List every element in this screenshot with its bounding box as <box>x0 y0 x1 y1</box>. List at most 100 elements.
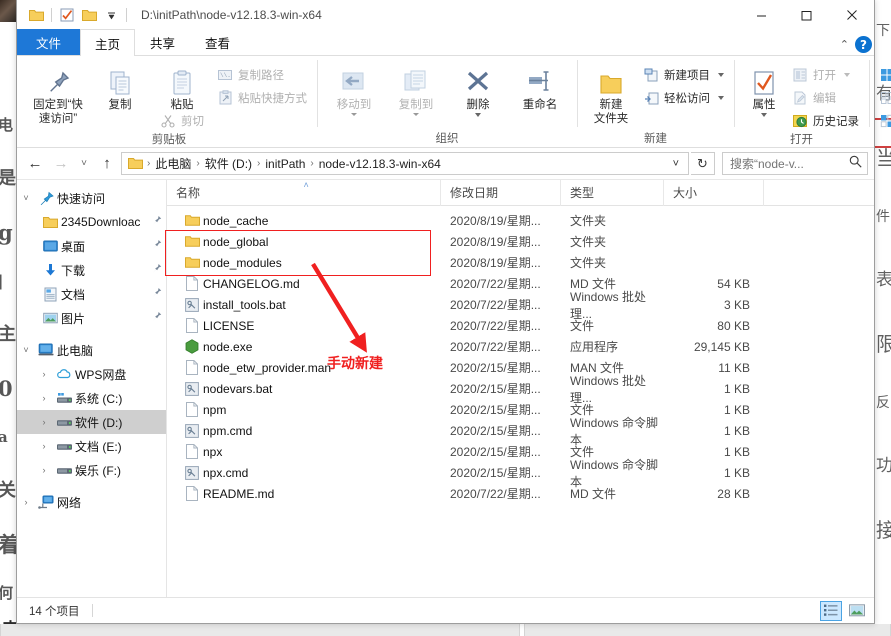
select-none-button[interactable]: 全部取消 <box>875 87 891 108</box>
large-icons-view-icon[interactable] <box>846 601 868 621</box>
properties-chevron-down-icon[interactable] <box>761 113 767 117</box>
table-row[interactable]: node_etw_provider.man 2020/2/15/星期... MAN … <box>167 357 874 378</box>
breadcrumb-item-drive-d[interactable]: 软件 (D:) <box>201 155 256 172</box>
column-header-type[interactable]: 类型 <box>561 179 664 206</box>
pin-icon[interactable] <box>149 215 162 229</box>
pin-icon[interactable] <box>149 263 162 277</box>
collapse-ribbon-icon[interactable]: ⌃ <box>840 38 849 51</box>
details-view-icon[interactable] <box>820 600 842 621</box>
table-row[interactable]: npx 2020/2/15/星期... 文件 1 KB <box>167 441 874 462</box>
search-input[interactable] <box>728 155 849 172</box>
column-header-modified[interactable]: 修改日期 <box>441 179 561 206</box>
table-row[interactable]: npm 2020/2/15/星期... 文件 1 KB <box>167 399 874 420</box>
up-button[interactable]: ↑ <box>95 152 119 176</box>
qat-properties-icon[interactable] <box>25 4 47 26</box>
file-name-cell[interactable]: node_cache <box>167 214 441 228</box>
select-all-button[interactable]: 全部选择 <box>875 64 891 85</box>
recent-locations-button[interactable]: ˅ <box>75 152 93 176</box>
nav-quick-access[interactable]: ˅ 快速访问 <box>17 186 166 210</box>
new-folder-button[interactable]: 新建 文件夹 <box>583 60 639 126</box>
help-icon[interactable]: ? <box>855 36 872 53</box>
chevron-right-icon[interactable]: › <box>35 441 53 451</box>
close-button[interactable] <box>829 0 874 30</box>
file-name-cell[interactable]: node.exe <box>167 339 441 354</box>
tab-home[interactable]: 主页 <box>80 29 136 56</box>
file-name-cell[interactable]: nodevars.bat <box>167 382 441 396</box>
rename-button[interactable]: 重命名 <box>509 60 571 112</box>
delete-chevron-down-icon[interactable] <box>475 113 481 117</box>
delete-button[interactable]: 删除 <box>447 60 509 117</box>
properties-button[interactable]: 属性 <box>740 60 788 117</box>
search-box[interactable] <box>722 152 868 175</box>
nav-item-documents[interactable]: 文档 <box>17 282 166 306</box>
nav-item-downloads[interactable]: 下载 <box>17 258 166 282</box>
nav-item-drive-e[interactable]: › 文档 (E:) <box>17 434 166 458</box>
paste-button[interactable]: 粘贴 <box>151 60 213 112</box>
table-row[interactable]: npm.cmd 2020/2/15/星期... Windows 命令脚本 1 KB <box>167 416 874 447</box>
file-name-cell[interactable]: npm.cmd <box>167 424 441 438</box>
tab-file[interactable]: 文件 <box>17 29 81 55</box>
breadcrumb-item-node[interactable]: node-v12.18.3-win-x64 <box>315 157 445 171</box>
qat-new-folder-icon[interactable] <box>56 4 78 26</box>
nav-item-drive-d[interactable]: › 软件 (D:) <box>17 410 166 434</box>
table-row[interactable]: node_cache 2020/8/19/星期... 文件夹 <box>167 210 874 231</box>
column-header-name[interactable]: ˄ 名称 <box>167 179 441 206</box>
refresh-button[interactable]: ↻ <box>691 152 715 175</box>
chevron-right-icon[interactable]: › <box>35 465 53 475</box>
table-row[interactable]: CHANGELOG.md 2020/7/22/星期... MD 文件 54 KB <box>167 273 874 294</box>
search-icon[interactable] <box>849 155 862 173</box>
tab-share[interactable]: 共享 <box>135 29 191 55</box>
file-name-cell[interactable]: npx <box>167 444 441 459</box>
table-row[interactable]: node_global 2020/8/19/星期... 文件夹 <box>167 231 874 252</box>
pin-icon[interactable] <box>149 287 162 301</box>
copy-button[interactable]: 复制 <box>89 60 151 112</box>
pin-to-quick-access-button[interactable]: 固定到“快 速访问” <box>27 60 89 126</box>
nav-item-wps-cloud[interactable]: › WPS网盘 <box>17 362 166 386</box>
chevron-right-icon[interactable]: › <box>35 393 53 403</box>
maximize-button[interactable] <box>784 0 829 30</box>
table-row[interactable]: node.exe 2020/7/22/星期... 应用程序 29,145 KB <box>167 336 874 357</box>
invert-selection-button[interactable]: 反向选择 <box>875 110 891 131</box>
file-name-cell[interactable]: npm <box>167 402 441 417</box>
history-button[interactable]: 历史记录 <box>788 110 863 131</box>
nav-item-pictures[interactable]: 图片 <box>17 306 166 330</box>
file-name-cell[interactable]: npx.cmd <box>167 466 441 480</box>
breadcrumb-item-initpath[interactable]: initPath <box>261 157 309 171</box>
chevron-right-icon[interactable]: › <box>35 417 53 427</box>
table-row[interactable]: nodevars.bat 2020/2/15/星期... Windows 批处理..… <box>167 374 874 405</box>
file-name-cell[interactable]: LICENSE <box>167 318 441 333</box>
nav-item-desktop[interactable]: 桌面 <box>17 234 166 258</box>
pin-icon[interactable] <box>149 311 162 325</box>
table-row[interactable]: LICENSE 2020/7/22/星期... 文件 80 KB <box>167 315 874 336</box>
column-header-size[interactable]: 大小 <box>664 179 764 206</box>
chevron-down-icon[interactable]: ˅ <box>17 345 35 355</box>
table-row[interactable]: README.md 2020/7/22/星期... MD 文件 28 KB <box>167 483 874 504</box>
easy-access-chevron-down-icon[interactable] <box>718 95 724 100</box>
tab-view[interactable]: 查看 <box>190 29 246 55</box>
table-row[interactable]: npx.cmd 2020/2/15/星期... Windows 命令脚本 1 KB <box>167 458 874 489</box>
table-row[interactable]: install_tools.bat 2020/7/22/星期... Windows … <box>167 290 874 321</box>
breadcrumb[interactable]: › 此电脑 › 软件 (D:) › initPath › node-v12.18… <box>121 152 689 175</box>
new-item-chevron-down-icon[interactable] <box>718 72 724 77</box>
nav-this-pc[interactable]: ˅ 此电脑 <box>17 338 166 362</box>
file-name-cell[interactable]: install_tools.bat <box>167 298 441 312</box>
nav-item-2345downloads[interactable]: 2345Downloac <box>17 210 166 234</box>
chevron-down-icon[interactable]: ˅ <box>17 193 35 203</box>
qat-dropdown-button[interactable] <box>100 4 122 26</box>
pin-icon[interactable] <box>149 239 162 253</box>
back-button[interactable]: ← <box>23 152 47 176</box>
minimize-button[interactable] <box>739 0 784 30</box>
breadcrumb-chevron-down-icon[interactable]: ˅ <box>666 158 686 170</box>
nav-network[interactable]: › 网络 <box>17 490 166 514</box>
file-name-cell[interactable]: CHANGELOG.md <box>167 276 441 291</box>
nav-item-drive-f[interactable]: › 娱乐 (F:) <box>17 458 166 482</box>
chevron-right-icon[interactable]: › <box>35 369 53 379</box>
table-row[interactable]: node_modules 2020/8/19/星期... 文件夹 <box>167 252 874 273</box>
file-name-cell[interactable]: node_modules <box>167 256 441 270</box>
easy-access-button[interactable]: 轻松访问 <box>639 87 728 108</box>
file-name-cell[interactable]: node_etw_provider.man <box>167 360 441 375</box>
new-item-button[interactable]: 新建项目 <box>639 64 728 85</box>
breadcrumb-item-this-pc[interactable]: 此电脑 <box>151 155 195 172</box>
file-name-cell[interactable]: node_global <box>167 235 441 249</box>
file-name-cell[interactable]: README.md <box>167 486 441 501</box>
